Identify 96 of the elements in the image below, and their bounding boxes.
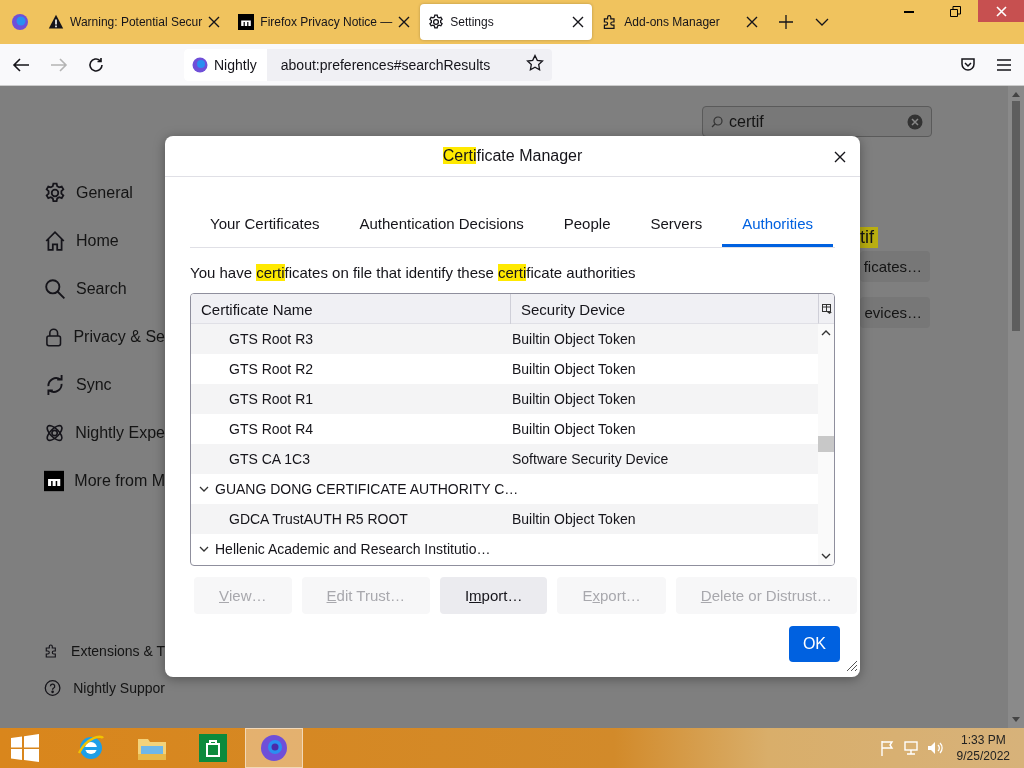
store-bag-icon[interactable] [198,734,227,762]
column-picker-icon[interactable] [821,303,832,314]
dialog-tab[interactable]: Authorities [722,201,834,247]
close-icon[interactable] [398,16,411,28]
sidebar-item[interactable]: Home [44,217,165,265]
dialog-button[interactable]: Import… [439,577,548,614]
table-cell-text: GTS CA 1C3 [228,451,311,467]
pocket-icon[interactable] [960,56,976,73]
clock-date[interactable]: 9/25/2022 [956,748,1010,764]
help-icon [44,678,62,697]
square-logo-icon [238,14,255,30]
home-icon [44,230,66,252]
sidebar-item[interactable]: Nightly Expe [44,409,165,457]
scrollbar[interactable] [1008,86,1024,728]
table-row[interactable]: GTS Root R4 Builtin Object Token [191,414,818,444]
square-logo-icon [44,470,65,492]
browser-logo-icon[interactable] [11,13,29,31]
table-cell-text: Builtin Object Token [511,361,637,377]
table-cell-text: Builtin Object Token [511,391,637,407]
table-row[interactable]: GTS Root R2 Builtin Object Token [191,354,818,384]
close-icon[interactable] [746,16,759,28]
table-row[interactable]: GTS Root R3 Builtin Object Token [191,324,818,354]
close-icon[interactable] [834,151,846,163]
sidebar-item[interactable]: Privacy & Se [44,313,165,361]
table-row[interactable]: GDCA TrustAUTH R5 ROOT Builtin Object Token [191,504,818,534]
dialog-tab[interactable]: Authentication Decisions [339,201,544,247]
scrollbar-thumb[interactable] [818,436,834,452]
table-row[interactable]: GTS CA 1C3 Software Security Device [191,444,818,474]
table-row[interactable]: Hellenic Academic and Research Institutio… [191,534,818,564]
windows-icon[interactable] [11,734,39,762]
table-cell-text: Builtin Object Token [511,511,637,527]
scrollbar-thumb[interactable] [1012,101,1020,331]
close-icon[interactable] [208,16,221,28]
settings-button[interactable]: evices… [860,297,930,328]
table-cell-text: GTS Root R3 [228,331,315,347]
warning-icon [48,14,64,30]
settings-button[interactable]: ficates… [860,251,930,282]
dialog-tab[interactable]: Your Certificates [190,201,340,247]
resize-grip-icon[interactable] [846,660,858,672]
sync-icon [44,374,66,396]
clear-icon[interactable] [907,113,923,130]
browser-tab[interactable]: Warning: Potential Secur [40,4,229,40]
identity-label: Nightly [184,48,267,81]
dialog-tab[interactable]: People [543,201,631,247]
minimize-icon[interactable] [904,9,914,13]
ok-button[interactable]: OK [788,626,840,662]
sidebar-item[interactable]: Sync [44,361,165,409]
table-cell-text: GDCA TrustAUTH R5 ROOT [228,511,409,527]
table-cell-text: Builtin Object Token [511,421,637,437]
star-icon[interactable] [526,54,544,72]
plus-icon[interactable] [779,15,794,29]
table-cell-text: GTS Root R1 [228,391,315,407]
browser-tab[interactable]: Settings [420,4,593,40]
chevron-down-icon[interactable] [199,484,209,494]
search-field[interactable]: certif [702,106,932,137]
dialog-tab[interactable]: Servers [630,201,723,247]
search-icon [711,115,723,128]
search-icon [44,278,66,300]
highlighted-heading: tif [860,227,878,248]
sidebar-link[interactable]: Nightly Suppor [44,669,165,706]
column-header[interactable]: Certificate Name [191,294,510,325]
back-icon[interactable] [12,56,30,73]
close-icon[interactable] [572,16,585,28]
atom-icon [44,422,66,444]
sidebar-item[interactable]: More from M [44,457,165,505]
close-icon [995,5,1007,17]
scrollbar[interactable] [818,324,834,565]
table-row[interactable]: GUANG DONG CERTIFICATE AUTHORITY C… [191,474,818,504]
sidebar-link[interactable]: Extensions & T [44,632,165,669]
table-row[interactable]: GTS Root R1 Builtin Object Token [191,384,818,414]
gear-icon [428,14,445,30]
browser-logo-icon[interactable] [260,734,288,762]
address-bar[interactable]: Nightly about:preferences#searchResults [184,48,552,81]
table-cell-text: Software Security Device [511,451,670,467]
table-cell-text: GTS Root R4 [228,421,315,437]
group-label[interactable]: GUANG DONG CERTIFICATE AUTHORITY C… [215,481,519,497]
clock-time[interactable]: 1:33 PM [960,732,1006,748]
sidebar-item[interactable]: Search [44,265,165,313]
group-label[interactable]: Hellenic Academic and Research Institutio… [215,541,491,557]
sidebar-item[interactable]: General [44,169,165,217]
url-text: about:preferences#searchResults [280,56,492,73]
table-cell-text: GTS Root R2 [228,361,315,377]
chevron-down-icon[interactable] [199,544,209,554]
lock-icon [44,326,64,348]
browser-logo-icon [192,56,208,73]
gear-icon [44,182,66,204]
close-window-button[interactable] [978,0,1024,22]
scroll-up-icon[interactable] [821,330,831,336]
reload-icon[interactable] [88,56,104,73]
restore-icon[interactable] [949,5,961,17]
browser-tab[interactable]: Firefox Privacy Notice — [230,4,419,40]
table-cell-text: Builtin Object Token [511,331,637,347]
scroll-down-icon[interactable] [821,553,831,559]
chevron-down-icon[interactable] [815,18,830,26]
browser-tab[interactable]: Add-ons Manager [594,4,767,40]
menu-icon[interactable] [996,57,1012,72]
